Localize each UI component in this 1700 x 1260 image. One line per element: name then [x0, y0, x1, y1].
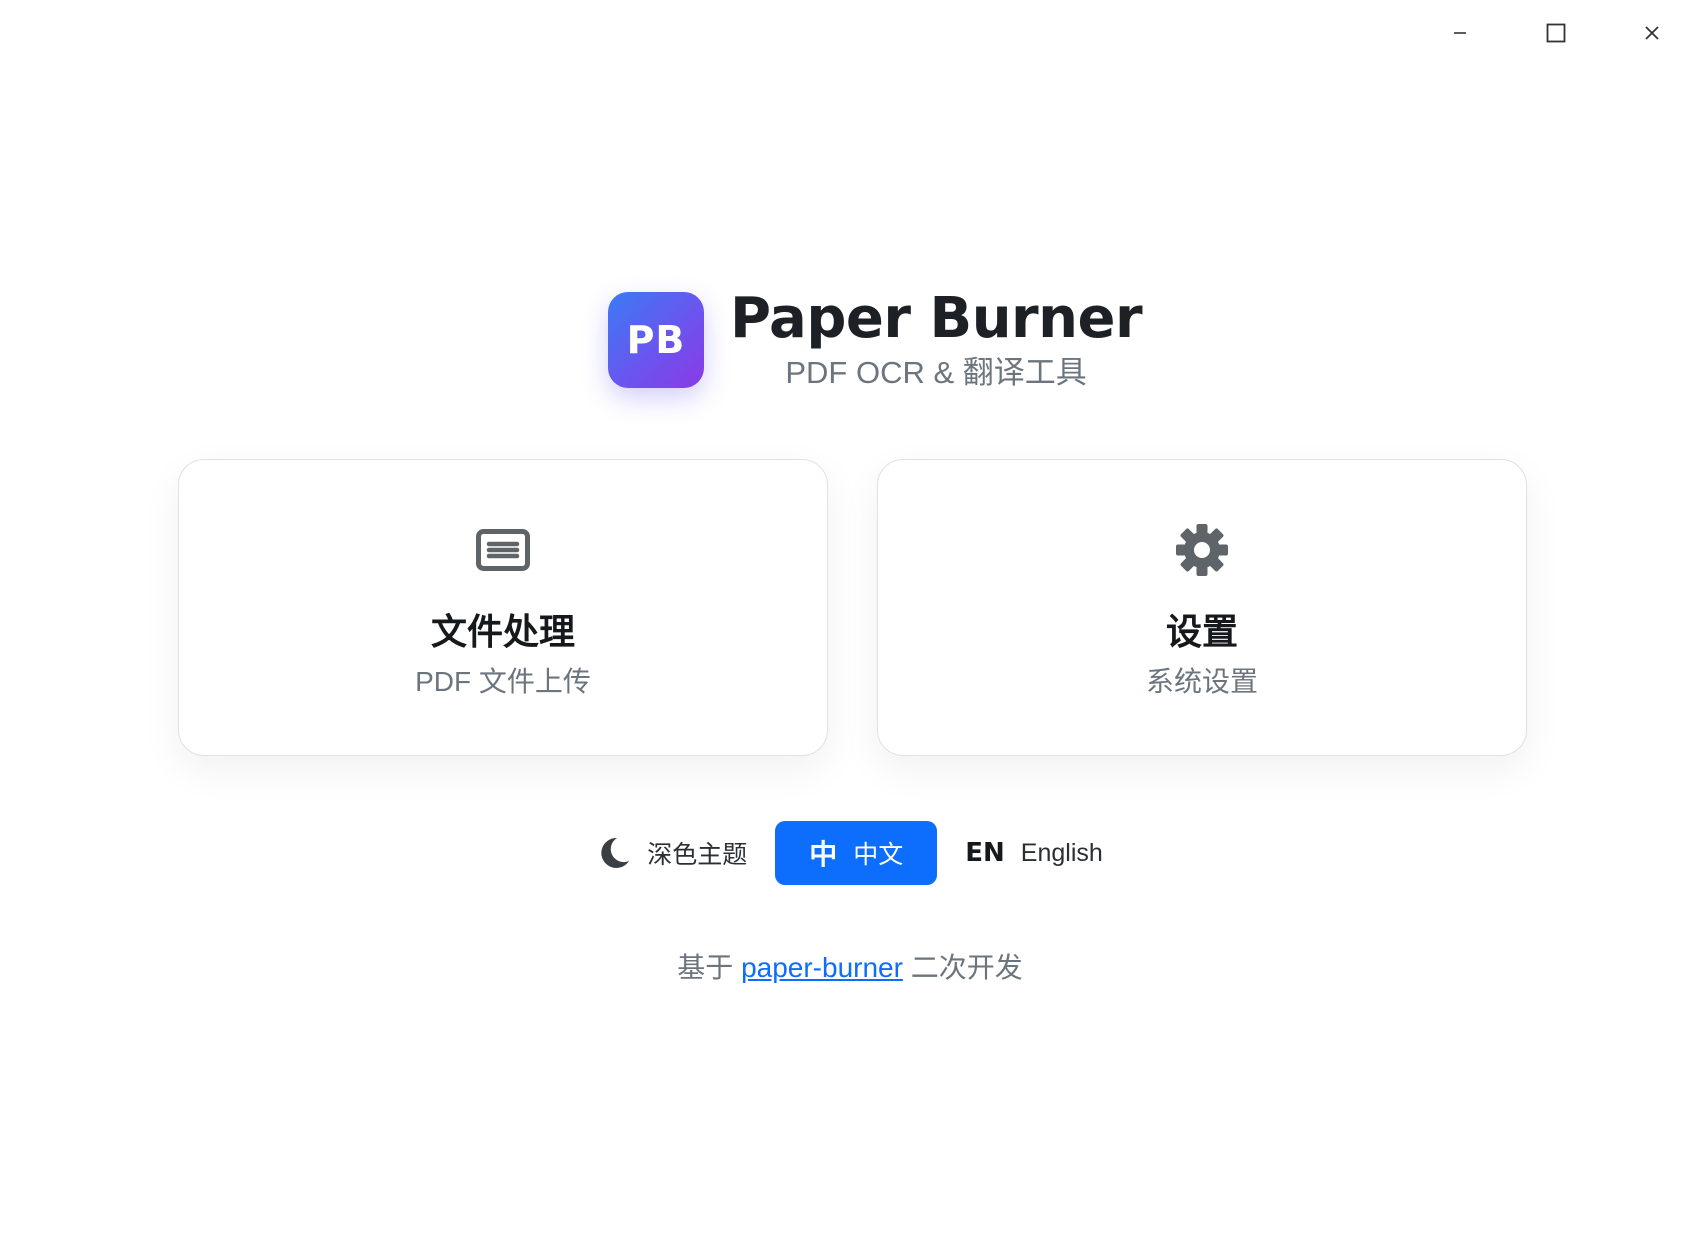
en-icon: EN: [965, 838, 1005, 868]
zh-icon: 中: [809, 839, 838, 870]
moon-icon: [597, 836, 631, 870]
footer: 基于 paper-burner 二次开发: [0, 948, 1700, 988]
file-processing-card[interactable]: 文件处理 PDF 文件上传: [178, 459, 828, 756]
settings-card[interactable]: 设置 系统设置: [877, 459, 1527, 756]
language-en-button[interactable]: EN English: [945, 821, 1123, 885]
app-subtitle: PDF OCR & 翻译工具: [785, 355, 1087, 390]
app-logo: PB: [608, 292, 704, 388]
title-block: Paper Burner PDF OCR & 翻译工具: [730, 286, 1143, 393]
settings-description: 系统设置: [1145, 666, 1258, 697]
footer-prefix: 基于: [677, 952, 734, 983]
bottom-toolbar: 深色主题 中 中文 EN English: [0, 821, 1700, 885]
maximize-icon: [1546, 23, 1566, 43]
footer-suffix: 二次开发: [910, 952, 1023, 983]
minimize-button[interactable]: [1412, 0, 1508, 66]
minimize-icon: [1453, 26, 1467, 40]
app-header: PB Paper Burner PDF OCR & 翻译工具: [608, 286, 1143, 393]
logo-text: PB: [626, 318, 686, 362]
file-processing-description: PDF 文件上传: [415, 666, 591, 697]
language-zh-label: 中文: [853, 841, 904, 869]
settings-title: 设置: [1165, 611, 1238, 652]
close-button[interactable]: [1604, 0, 1700, 66]
dark-theme-label: 深色主题: [647, 841, 748, 869]
gear-icon: [1174, 518, 1230, 582]
document-icon: [476, 518, 530, 582]
paper-burner-link[interactable]: paper-burner: [741, 952, 903, 983]
app-title: Paper Burner: [730, 286, 1143, 351]
language-en-label: English: [1020, 838, 1103, 867]
window-controls: [1412, 0, 1700, 66]
file-processing-title: 文件处理: [430, 611, 575, 652]
close-icon: [1644, 25, 1660, 41]
maximize-button[interactable]: [1508, 0, 1604, 66]
app-window: PB Paper Burner PDF OCR & 翻译工具 文件处理 PDF …: [0, 0, 1700, 1260]
language-zh-button[interactable]: 中 中文: [775, 821, 938, 885]
dark-theme-button[interactable]: 深色主题: [577, 821, 767, 885]
